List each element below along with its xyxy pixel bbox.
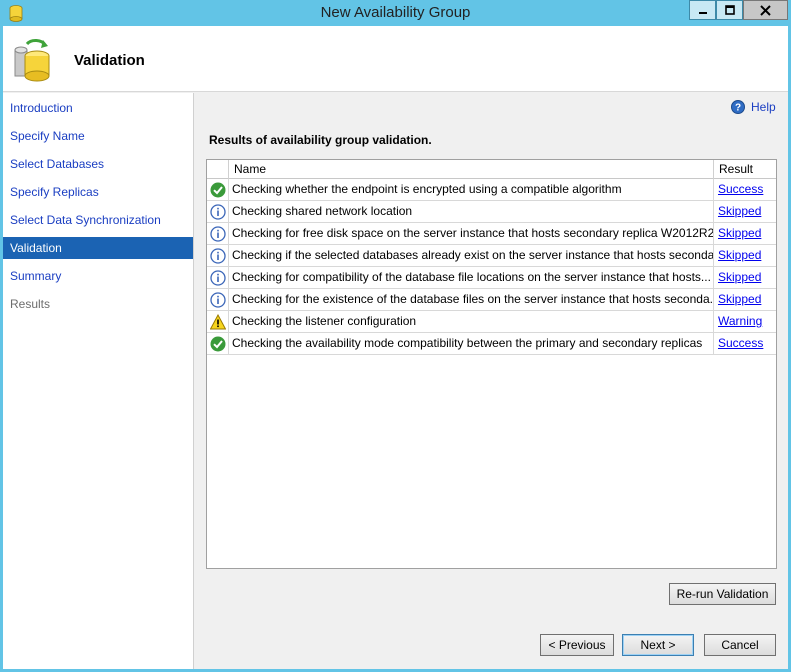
result-link[interactable]: Warning — [718, 314, 762, 328]
check-name: Checking shared network location — [229, 201, 714, 223]
table-row[interactable]: Checking if the selected databases alrea… — [207, 245, 776, 267]
minimize-icon — [698, 12, 707, 14]
table-row[interactable]: Checking for compatibility of the databa… — [207, 267, 776, 289]
info-icon — [209, 248, 226, 264]
check-name: Checking for the existence of the databa… — [229, 289, 714, 311]
title-bar[interactable]: New Availability Group — [0, 0, 791, 26]
close-icon — [760, 4, 771, 16]
wizard-nav: Introduction Specify Name Select Databas… — [3, 93, 194, 669]
wizard-window: New Availability Group Validation Introd… — [0, 0, 791, 672]
validation-panel: ? Help Results of availability group val… — [194, 93, 788, 669]
warning-icon — [209, 314, 226, 330]
info-icon — [209, 270, 226, 286]
check-name: Checking the listener configuration — [229, 311, 714, 333]
nav-item-select-databases[interactable]: Select Databases — [3, 153, 193, 175]
database-refresh-icon — [14, 39, 50, 82]
nav-item-results: Results — [10, 297, 51, 311]
check-name: Checking for free disk space on the serv… — [229, 223, 714, 245]
maximize-icon — [724, 5, 735, 15]
svg-text:?: ? — [735, 103, 741, 114]
page-header: Validation — [3, 26, 788, 92]
minimize-button[interactable] — [689, 0, 716, 20]
grid-header: Name Result — [207, 160, 776, 179]
rerun-validation-button[interactable]: Re-run Validation — [669, 583, 776, 605]
nav-item-select-data-synchronization[interactable]: Select Data Synchronization — [3, 209, 193, 231]
validation-results-grid: Name Result Checking whether the endpoin… — [206, 159, 777, 569]
check-name: Checking for compatibility of the databa… — [229, 267, 714, 289]
table-row[interactable]: Checking for free disk space on the serv… — [207, 223, 776, 245]
result-link[interactable]: Skipped — [718, 226, 761, 240]
success-icon — [210, 336, 225, 352]
success-icon — [210, 182, 225, 198]
results-heading: Results of availability group validation… — [209, 133, 432, 147]
close-button[interactable] — [743, 0, 788, 20]
result-link[interactable]: Success — [718, 182, 763, 196]
nav-item-validation[interactable]: Validation — [3, 237, 193, 259]
icon-column-header — [207, 160, 229, 179]
window-title: New Availability Group — [320, 4, 471, 21]
table-row[interactable]: Checking for the existence of the databa… — [207, 289, 776, 311]
result-column-header[interactable]: Result — [714, 160, 776, 179]
next-button[interactable]: Next > — [622, 634, 694, 656]
nav-item-specify-name[interactable]: Specify Name — [3, 125, 193, 147]
info-icon — [209, 226, 226, 242]
result-link[interactable]: Success — [718, 336, 763, 350]
table-row[interactable]: Checking the listener configuration Warn… — [207, 311, 776, 333]
table-row[interactable]: Checking the availability mode compatibi… — [207, 333, 776, 355]
page-title: Validation — [74, 52, 145, 69]
check-name: Checking if the selected databases alrea… — [229, 245, 714, 267]
help-icon: ? — [731, 100, 745, 114]
nav-item-introduction[interactable]: Introduction — [3, 97, 193, 119]
help-link[interactable]: ? Help — [731, 100, 776, 114]
check-name: Checking the availability mode compatibi… — [229, 333, 714, 355]
help-label: Help — [751, 100, 776, 114]
table-row[interactable]: Checking shared network location Skipped — [207, 201, 776, 223]
info-icon — [209, 204, 226, 220]
info-icon — [209, 292, 226, 308]
nav-item-specify-replicas[interactable]: Specify Replicas — [3, 181, 193, 203]
result-link[interactable]: Skipped — [718, 248, 761, 262]
name-column-header[interactable]: Name — [229, 160, 714, 179]
table-row[interactable]: Checking whether the endpoint is encrypt… — [207, 179, 776, 201]
previous-button[interactable]: < Previous — [540, 634, 614, 656]
cancel-button[interactable]: Cancel — [704, 634, 776, 656]
result-link[interactable]: Skipped — [718, 270, 761, 284]
result-link[interactable]: Skipped — [718, 292, 761, 306]
result-link[interactable]: Skipped — [718, 204, 761, 218]
nav-item-summary[interactable]: Summary — [3, 265, 193, 287]
maximize-button[interactable] — [716, 0, 743, 20]
wizard-client-area: Validation Introduction Specify Name Sel… — [3, 26, 788, 669]
check-name: Checking whether the endpoint is encrypt… — [229, 179, 714, 201]
